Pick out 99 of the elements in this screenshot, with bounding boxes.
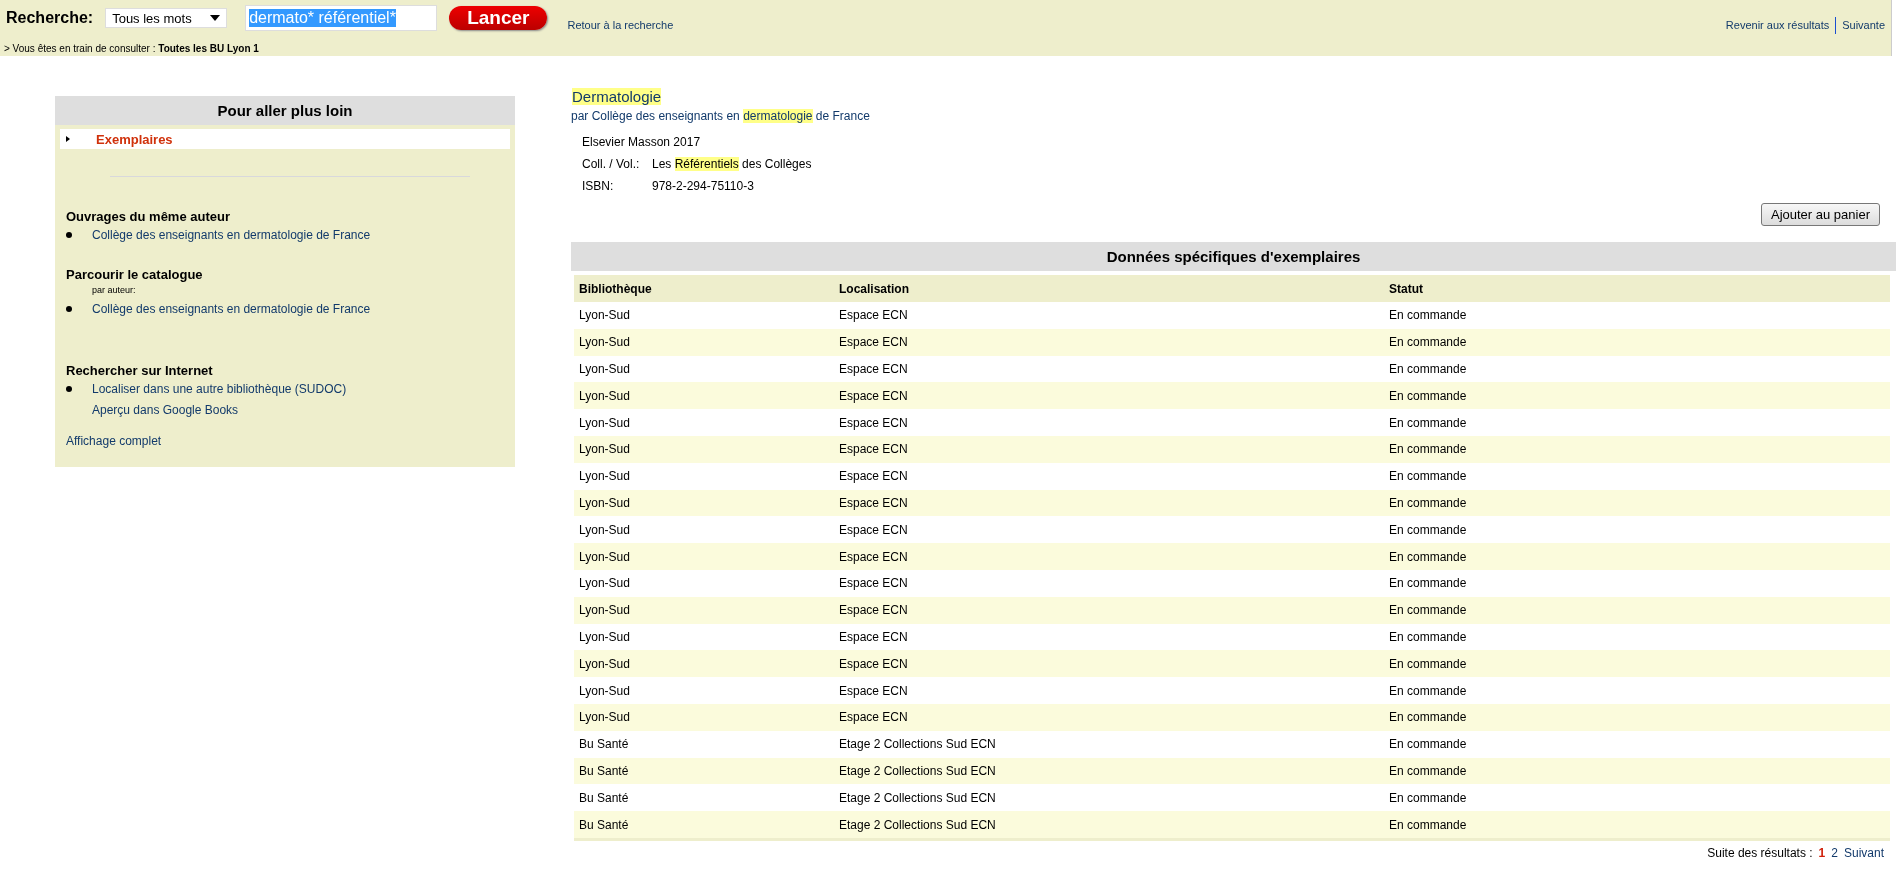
bullet-icon (66, 231, 72, 238)
table-cell: Bu Santé (574, 811, 834, 840)
table-cell: Espace ECN (834, 569, 1384, 597)
table-cell: Etage 2 Collections Sud ECN (834, 811, 1384, 840)
record-title[interactable]: Dermatologie (572, 88, 662, 105)
table-cell: Lyon-Sud (574, 302, 834, 329)
table-cell: Espace ECN (834, 328, 1384, 356)
section-heading: Parcourir le catalogue (66, 267, 204, 282)
table-cell: Espace ECN (834, 650, 1384, 678)
table-cell: Espace ECN (834, 382, 1384, 410)
table-cell: En commande (1384, 757, 1890, 785)
field-value: Les Référentiels des Collèges (652, 157, 812, 171)
panel-title: Pour aller plus loin (55, 96, 515, 125)
table-cell: En commande (1384, 489, 1890, 517)
panel-nav-item[interactable]: Exemplaires (60, 129, 510, 149)
table-cell: Lyon-Sud (574, 489, 834, 517)
section-heading: Ouvrages du même auteur (66, 209, 231, 224)
table-cell: Lyon-Sud (574, 382, 834, 410)
browse-note: par auteur: (92, 284, 137, 297)
back-to-results-link[interactable]: Revenir aux résultats (1725, 19, 1830, 31)
panel-link[interactable]: Localiser dans une autre bibliothèque (SUDOC) (92, 381, 347, 396)
table-cell: En commande (1384, 436, 1890, 463)
field-value: 978-2-294-75110-3 (652, 179, 754, 193)
table-cell: Lyon-Sud (574, 516, 834, 544)
table-cell: En commande (1384, 355, 1890, 383)
triangle-icon (66, 136, 70, 142)
search-button[interactable]: Lancer (449, 6, 548, 30)
table-cell: Lyon-Sud (574, 569, 834, 597)
table-cell: Lyon-Sud (574, 328, 834, 356)
table-cell: En commande (1384, 623, 1890, 651)
table-cell: En commande (1384, 409, 1890, 436)
table-cell: Espace ECN (834, 302, 1384, 329)
table-cell: Espace ECN (834, 355, 1384, 383)
table-cell: Lyon-Sud (574, 409, 834, 436)
table-cell: Espace ECN (834, 543, 1384, 570)
table-cell: En commande (1384, 703, 1890, 731)
column-header: Bibliothèque (574, 275, 834, 302)
table-cell: Lyon-Sud (574, 436, 834, 463)
page-link[interactable]: 1 (1818, 845, 1826, 860)
table-cell: En commande (1384, 596, 1890, 624)
table-cell: En commande (1384, 569, 1890, 597)
publisher-text: Elsevier Masson 2017 (582, 134, 702, 151)
table-cell: Espace ECN (834, 462, 1384, 490)
panel-link[interactable]: Aperçu dans Google Books (92, 402, 239, 417)
table-cell: En commande (1384, 462, 1890, 490)
bullet-icon (66, 305, 72, 312)
field-label: Coll. / Vol.: (582, 157, 641, 171)
table-cell: Espace ECN (834, 596, 1384, 624)
search-label: Recherche: (6, 9, 94, 27)
table-cell: En commande (1384, 811, 1890, 840)
table-cell: Espace ECN (834, 677, 1384, 704)
table-cell: Espace ECN (834, 703, 1384, 731)
table-title: Données spécifiques d'exemplaires (571, 242, 1896, 271)
table-cell: Lyon-Sud (574, 677, 834, 704)
table-cell: Espace ECN (834, 489, 1384, 517)
table-cell: Lyon-Sud (574, 543, 834, 570)
panel-link[interactable]: Collège des enseignants en dermatologie de France (92, 301, 371, 316)
table-cell: Lyon-Sud (574, 703, 834, 731)
table-cell: Espace ECN (834, 436, 1384, 463)
table-cell: En commande (1384, 784, 1890, 812)
caret-icon (210, 15, 221, 21)
table-cell: Espace ECN (834, 409, 1384, 436)
table-cell: Bu Santé (574, 757, 834, 785)
table-cell: En commande (1384, 328, 1890, 356)
context-text: > Vous êtes en train de consulter : Toutes les BU Lyon 1 (3, 42, 260, 54)
table-cell: En commande (1384, 516, 1890, 544)
table-cell: Lyon-Sud (574, 596, 834, 624)
table-cell: Etage 2 Collections Sud ECN (834, 784, 1384, 812)
next-record-link[interactable]: Suivante (1842, 19, 1885, 31)
back-to-search-link[interactable]: Retour à la recherche (567, 19, 674, 31)
table-cell: Bu Santé (574, 730, 834, 758)
table-cell: Lyon-Sud (574, 462, 834, 490)
table-cell: Lyon-Sud (574, 650, 834, 678)
table-cell: En commande (1384, 730, 1890, 758)
table-cell: Lyon-Sud (574, 355, 834, 383)
panel-link[interactable]: Collège des enseignants en dermatologie de France (92, 227, 371, 242)
bullet-icon (66, 385, 72, 392)
table-cell: Etage 2 Collections Sud ECN (834, 757, 1384, 785)
table-cell: Espace ECN (834, 516, 1384, 544)
table-cell: Lyon-Sud (574, 623, 834, 651)
page-link[interactable]: 2 (1831, 845, 1838, 860)
section-heading: Rechercher sur Internet (66, 363, 214, 378)
table-cell: Etage 2 Collections Sud ECN (834, 730, 1384, 758)
table-cell: En commande (1384, 543, 1890, 570)
table-cell: En commande (1384, 677, 1890, 704)
table-cell: En commande (1384, 302, 1890, 329)
table-cell: En commande (1384, 382, 1890, 410)
column-header: Localisation (834, 275, 1384, 302)
table-cell: Bu Santé (574, 784, 834, 812)
field-label: ISBN: (582, 179, 615, 193)
search-mode-dropdown[interactable]: Tous les mots (105, 8, 228, 28)
table-cell: En commande (1384, 650, 1890, 678)
next-page-link[interactable]: Suivant (1843, 845, 1884, 860)
full-display-link[interactable]: Affichage complet (66, 434, 162, 448)
column-header: Statut (1384, 275, 1890, 302)
author-line[interactable]: par Collège des enseignants en dermatologie de France (571, 109, 1892, 123)
table-cell: Espace ECN (834, 623, 1384, 651)
add-to-cart-button[interactable]: Ajouter au panier (1761, 203, 1880, 226)
pagination-label: Suite des résultats : (1707, 845, 1813, 860)
